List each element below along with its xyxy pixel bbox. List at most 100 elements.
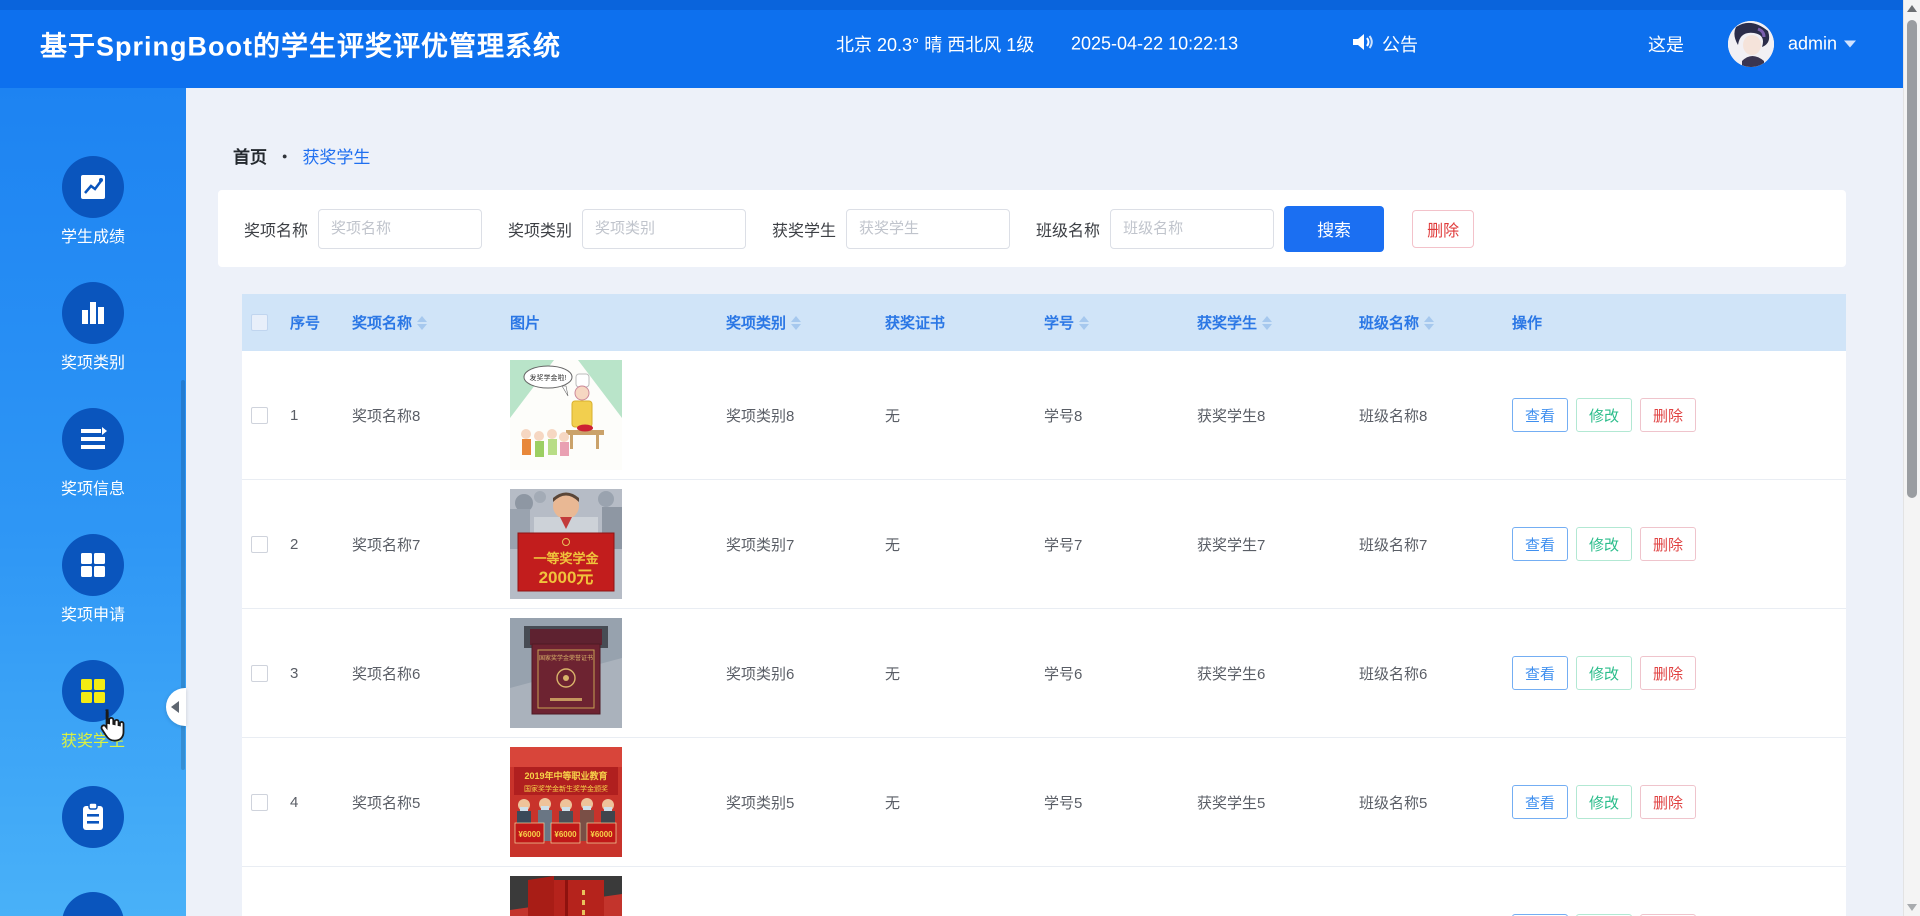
cell-category: 奖项类别8: [726, 351, 885, 479]
award-image-prize-sign[interactable]: 一等奖学金2000元: [510, 489, 622, 599]
view-button[interactable]: 查看: [1512, 785, 1568, 819]
cell-student: 获奖学生7: [1197, 480, 1359, 608]
filter-label-class-name: 班级名称: [1036, 217, 1100, 241]
award-image-certificate[interactable]: 国家奖学金荣誉证书: [510, 618, 622, 728]
sort-award-category[interactable]: [791, 316, 801, 330]
scrollbar-thumb[interactable]: [1907, 20, 1917, 498]
cell-category: 奖项类别7: [726, 480, 885, 608]
edit-button[interactable]: 修改: [1576, 656, 1632, 690]
delete-button[interactable]: 删除: [1640, 398, 1696, 432]
award-image-group-photo[interactable]: 2019年中等职业教育国家奖学金新生奖学金颁奖¥6000¥6000¥6000: [510, 747, 622, 857]
cell-award-name: 奖项名称6: [352, 609, 510, 737]
scroll-down-button[interactable]: [1904, 899, 1920, 916]
filter-label-award-student: 获奖学生: [772, 217, 836, 241]
sidebar-nav: 学生成绩 奖项类别 奖项信息 奖项申请 获奖学生: [0, 88, 186, 916]
sort-student-id[interactable]: [1079, 316, 1089, 330]
award-category-input[interactable]: [582, 209, 746, 249]
row-checkbox[interactable]: [251, 536, 268, 553]
sort-student[interactable]: [1262, 316, 1272, 330]
weather-info: 北京 20.3° 晴 西北风 1级: [836, 31, 1034, 57]
cell-award-name: 奖项名称8: [352, 351, 510, 479]
sidebar-item-award-info[interactable]: 奖项信息: [61, 408, 125, 500]
table-row: 4 奖项名称5 2019年中等职业教育国家奖学金新生奖学金颁奖¥6000¥600…: [242, 738, 1846, 867]
svg-text:国家奖学金荣誉证书: 国家奖学金荣誉证书: [539, 654, 593, 662]
grid-icon: [62, 534, 124, 596]
cell-index: 3: [290, 609, 352, 737]
scroll-up-button[interactable]: [1904, 0, 1920, 17]
select-all-checkbox[interactable]: [251, 314, 268, 331]
username: admin: [1788, 34, 1837, 55]
cell-index: 4: [290, 738, 352, 866]
list-icon: [62, 408, 124, 470]
row-checkbox[interactable]: [251, 794, 268, 811]
table-row: 3 奖项名称6 国家奖学金荣誉证书 奖项类别6 无 学号6 获奖学生6 班级名称…: [242, 609, 1846, 738]
greeting-text: 这是: [1648, 31, 1684, 57]
table-row: 5 奖项名称4 奖项类别4 无 学号4 获奖学生4 班级名称4 查看 修改 删除: [242, 867, 1846, 916]
cell-student-id: 学号4: [1044, 867, 1197, 916]
award-students-table: 序号 奖项名称 图片 奖项类别 获奖证书 学号 获奖学生 班级名称 操作 1 奖…: [242, 294, 1846, 916]
clipboard-icon: [62, 786, 124, 848]
svg-text:¥6000: ¥6000: [554, 830, 577, 839]
award-image-cartoon[interactable]: 发奖学金啦!: [510, 360, 622, 470]
award-student-input[interactable]: [846, 209, 1010, 249]
sidebar-item-student-scores[interactable]: 学生成绩: [61, 156, 125, 248]
sidebar-item-partial[interactable]: [62, 892, 124, 916]
svg-text:国家奖学金新生奖学金颁奖: 国家奖学金新生奖学金颁奖: [524, 784, 608, 793]
line-chart-icon: [62, 156, 124, 218]
announcement-label: 公告: [1382, 31, 1418, 57]
sort-award-name[interactable]: [417, 316, 427, 330]
edit-button[interactable]: 修改: [1576, 785, 1632, 819]
view-button[interactable]: 查看: [1512, 398, 1568, 432]
cell-award-name: 奖项名称5: [352, 738, 510, 866]
breadcrumb-separator: ●: [282, 151, 287, 161]
svg-text:¥6000: ¥6000: [518, 830, 541, 839]
cell-class-name: 班级名称7: [1359, 480, 1512, 608]
grid-icon-active: [62, 660, 124, 722]
cell-student-id: 学号8: [1044, 351, 1197, 479]
cell-category: 奖项类别6: [726, 609, 885, 737]
top-header: 基于SpringBoot的学生评奖评优管理系统 北京 20.3° 晴 西北风 1…: [0, 0, 1920, 88]
sidebar-item-award-apply[interactable]: 奖项申请: [61, 534, 125, 626]
breadcrumb: 首页 ● 获奖学生: [233, 143, 370, 168]
main-content: 首页 ● 获奖学生 奖项名称 奖项类别 获奖学生 班级名称 搜索 删除 序号 奖…: [186, 88, 1903, 916]
award-image-red-book[interactable]: [510, 876, 622, 916]
row-checkbox[interactable]: [251, 407, 268, 424]
cell-certificate: 无: [885, 738, 1044, 866]
filter-bar: 奖项名称 奖项类别 获奖学生 班级名称 搜索 删除: [218, 190, 1846, 267]
sidebar-item-award-students[interactable]: 获奖学生: [61, 660, 125, 752]
view-button[interactable]: 查看: [1512, 527, 1568, 561]
cell-category: 奖项类别5: [726, 738, 885, 866]
table-header-row: 序号 奖项名称 图片 奖项类别 获奖证书 学号 获奖学生 班级名称 操作: [242, 294, 1846, 351]
user-menu[interactable]: admin: [1788, 34, 1856, 55]
row-checkbox[interactable]: [251, 665, 268, 682]
breadcrumb-current: 获奖学生: [302, 143, 370, 168]
delete-button[interactable]: 删除: [1640, 656, 1696, 690]
cell-student: 获奖学生6: [1197, 609, 1359, 737]
chevron-down-icon: [1844, 41, 1856, 48]
cell-certificate: 无: [885, 609, 1044, 737]
sidebar-item-good-deeds[interactable]: [62, 786, 124, 858]
cell-award-name: 奖项名称7: [352, 480, 510, 608]
search-button[interactable]: 搜索: [1284, 206, 1384, 252]
delete-button[interactable]: 删除: [1640, 527, 1696, 561]
edit-button[interactable]: 修改: [1576, 527, 1632, 561]
cell-certificate: 无: [885, 867, 1044, 916]
cell-class-name: 班级名称8: [1359, 351, 1512, 479]
sidebar-item-award-category[interactable]: 奖项类别: [61, 282, 125, 374]
class-name-input[interactable]: [1110, 209, 1274, 249]
delete-button[interactable]: 删除: [1640, 785, 1696, 819]
edit-button[interactable]: 修改: [1576, 398, 1632, 432]
cell-award-name: 奖项名称4: [352, 867, 510, 916]
datetime-display: 2025-04-22 10:22:13: [1071, 34, 1238, 55]
cell-student-id: 学号7: [1044, 480, 1197, 608]
award-name-input[interactable]: [318, 209, 482, 249]
sort-class-name[interactable]: [1424, 316, 1434, 330]
view-button[interactable]: 查看: [1512, 656, 1568, 690]
cell-category: 奖项类别4: [726, 867, 885, 916]
svg-text:一等奖学金: 一等奖学金: [533, 551, 599, 566]
batch-delete-button[interactable]: 删除: [1412, 210, 1474, 248]
breadcrumb-home[interactable]: 首页: [233, 143, 267, 168]
announcement-button[interactable]: 公告: [1352, 31, 1418, 57]
svg-text:发奖学金啦!: 发奖学金啦!: [530, 373, 567, 382]
avatar[interactable]: [1728, 21, 1774, 67]
